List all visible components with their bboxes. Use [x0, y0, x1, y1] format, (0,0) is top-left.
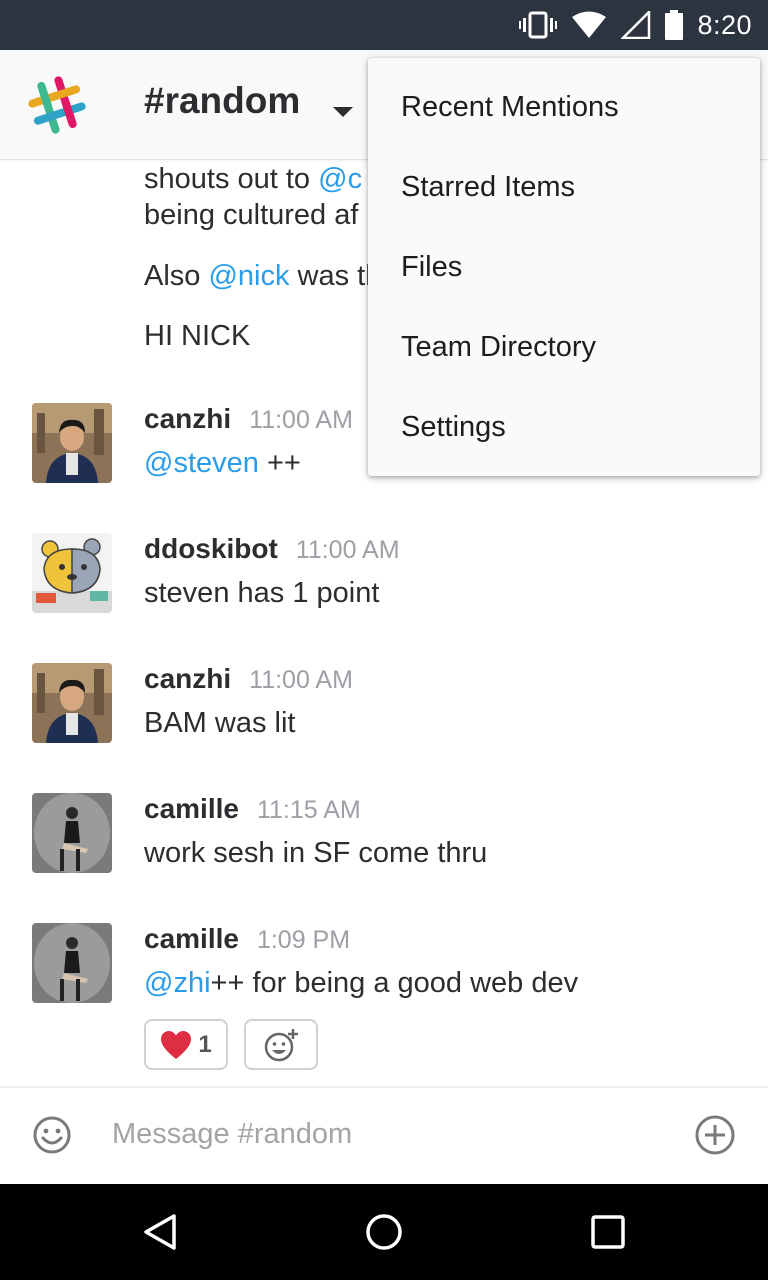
avatar[interactable] — [32, 793, 112, 873]
user-mention[interactable]: @c — [318, 163, 362, 195]
message-input[interactable] — [112, 1118, 652, 1151]
avatar[interactable] — [32, 923, 112, 1003]
timestamp: 11:15 AM — [256, 796, 361, 824]
menu-item-settings[interactable]: Settings — [368, 387, 760, 467]
message-continuation: Also @nick was tl — [144, 258, 372, 294]
reaction-bar: 1 — [144, 1019, 318, 1070]
user-mention[interactable]: @zhi — [144, 967, 211, 999]
message-body: @steven ++ — [144, 445, 301, 481]
message-body: work sesh in SF come thru — [144, 835, 487, 871]
author-name[interactable]: camille — [144, 793, 239, 824]
bot-avatar[interactable] — [32, 533, 112, 613]
status-bar: 8:20 — [0, 0, 768, 50]
vibrate-icon — [519, 11, 558, 39]
add-reaction-icon — [264, 1028, 298, 1061]
wifi-icon — [572, 11, 607, 38]
add-reaction-button[interactable] — [244, 1019, 318, 1070]
timestamp: 1:09 PM — [256, 926, 351, 954]
message-text: being cultured af — [144, 199, 359, 231]
menu-item-team-directory[interactable]: Team Directory — [368, 307, 760, 387]
reaction-heart[interactable]: 1 — [144, 1019, 228, 1070]
message-continuation: shouts out to @c being cultured af — [144, 161, 362, 233]
author-name[interactable]: canzhi — [144, 403, 231, 434]
menu-item-files[interactable]: Files — [368, 227, 760, 307]
message-meta: canzhi 11:00 AM — [144, 663, 353, 695]
message-body: BAM was lit — [144, 705, 295, 741]
dropdown-caret-icon[interactable] — [333, 107, 353, 117]
slack-logo[interactable] — [28, 76, 86, 134]
emoji-icon[interactable] — [32, 1115, 72, 1155]
overflow-menu: Recent Mentions Starred Items Files Team… — [368, 58, 760, 476]
message-text: ++ — [258, 447, 301, 479]
avatar[interactable] — [32, 663, 112, 743]
back-triangle-icon[interactable] — [140, 1212, 180, 1252]
message-meta: camille 11:15 AM — [144, 793, 361, 825]
message-composer — [0, 1086, 768, 1184]
message-text: work sesh in SF come thru — [144, 837, 488, 869]
author-name[interactable]: camille — [144, 923, 239, 954]
author-name[interactable]: ddoskibot — [144, 533, 278, 564]
message-meta: ddoskibot 11:00 AM — [144, 533, 400, 565]
recents-square-icon[interactable] — [588, 1212, 628, 1252]
android-nav-bar — [0, 1184, 768, 1280]
message-text: shouts out to — [144, 163, 319, 195]
cellular-icon — [621, 11, 651, 39]
home-circle-icon[interactable] — [364, 1212, 404, 1252]
message-meta: canzhi 11:00 AM — [144, 403, 353, 435]
message-text: ++ for being a good web dev — [210, 967, 579, 999]
message-body: steven has 1 point — [144, 575, 379, 611]
message-body: @zhi++ for being a good web dev — [144, 965, 578, 1001]
timestamp: 11:00 AM — [295, 536, 400, 564]
plus-circle-icon[interactable] — [694, 1114, 736, 1156]
message-text: BAM was lit — [144, 707, 296, 739]
author-name[interactable]: canzhi — [144, 663, 231, 694]
menu-item-starred-items[interactable]: Starred Items — [368, 147, 760, 227]
timestamp: 11:00 AM — [249, 406, 353, 434]
message-text: steven has 1 point — [144, 577, 380, 609]
reaction-count: 1 — [198, 1030, 212, 1058]
avatar[interactable] — [32, 403, 112, 483]
timestamp: 11:00 AM — [249, 666, 353, 694]
message-text: Also — [144, 260, 209, 292]
message-continuation: HI NICK — [144, 318, 250, 354]
message-text: was tl — [289, 260, 372, 292]
menu-item-recent-mentions[interactable]: Recent Mentions — [368, 67, 760, 147]
message-meta: camille 1:09 PM — [144, 923, 350, 955]
battery-icon — [665, 10, 684, 40]
message-text: HI NICK — [144, 320, 251, 352]
status-time: 8:20 — [697, 9, 752, 40]
heart-icon — [161, 1030, 192, 1059]
user-mention[interactable]: @steven — [144, 447, 259, 479]
user-mention[interactable]: @nick — [208, 260, 289, 292]
channel-title[interactable]: #random — [144, 80, 300, 122]
